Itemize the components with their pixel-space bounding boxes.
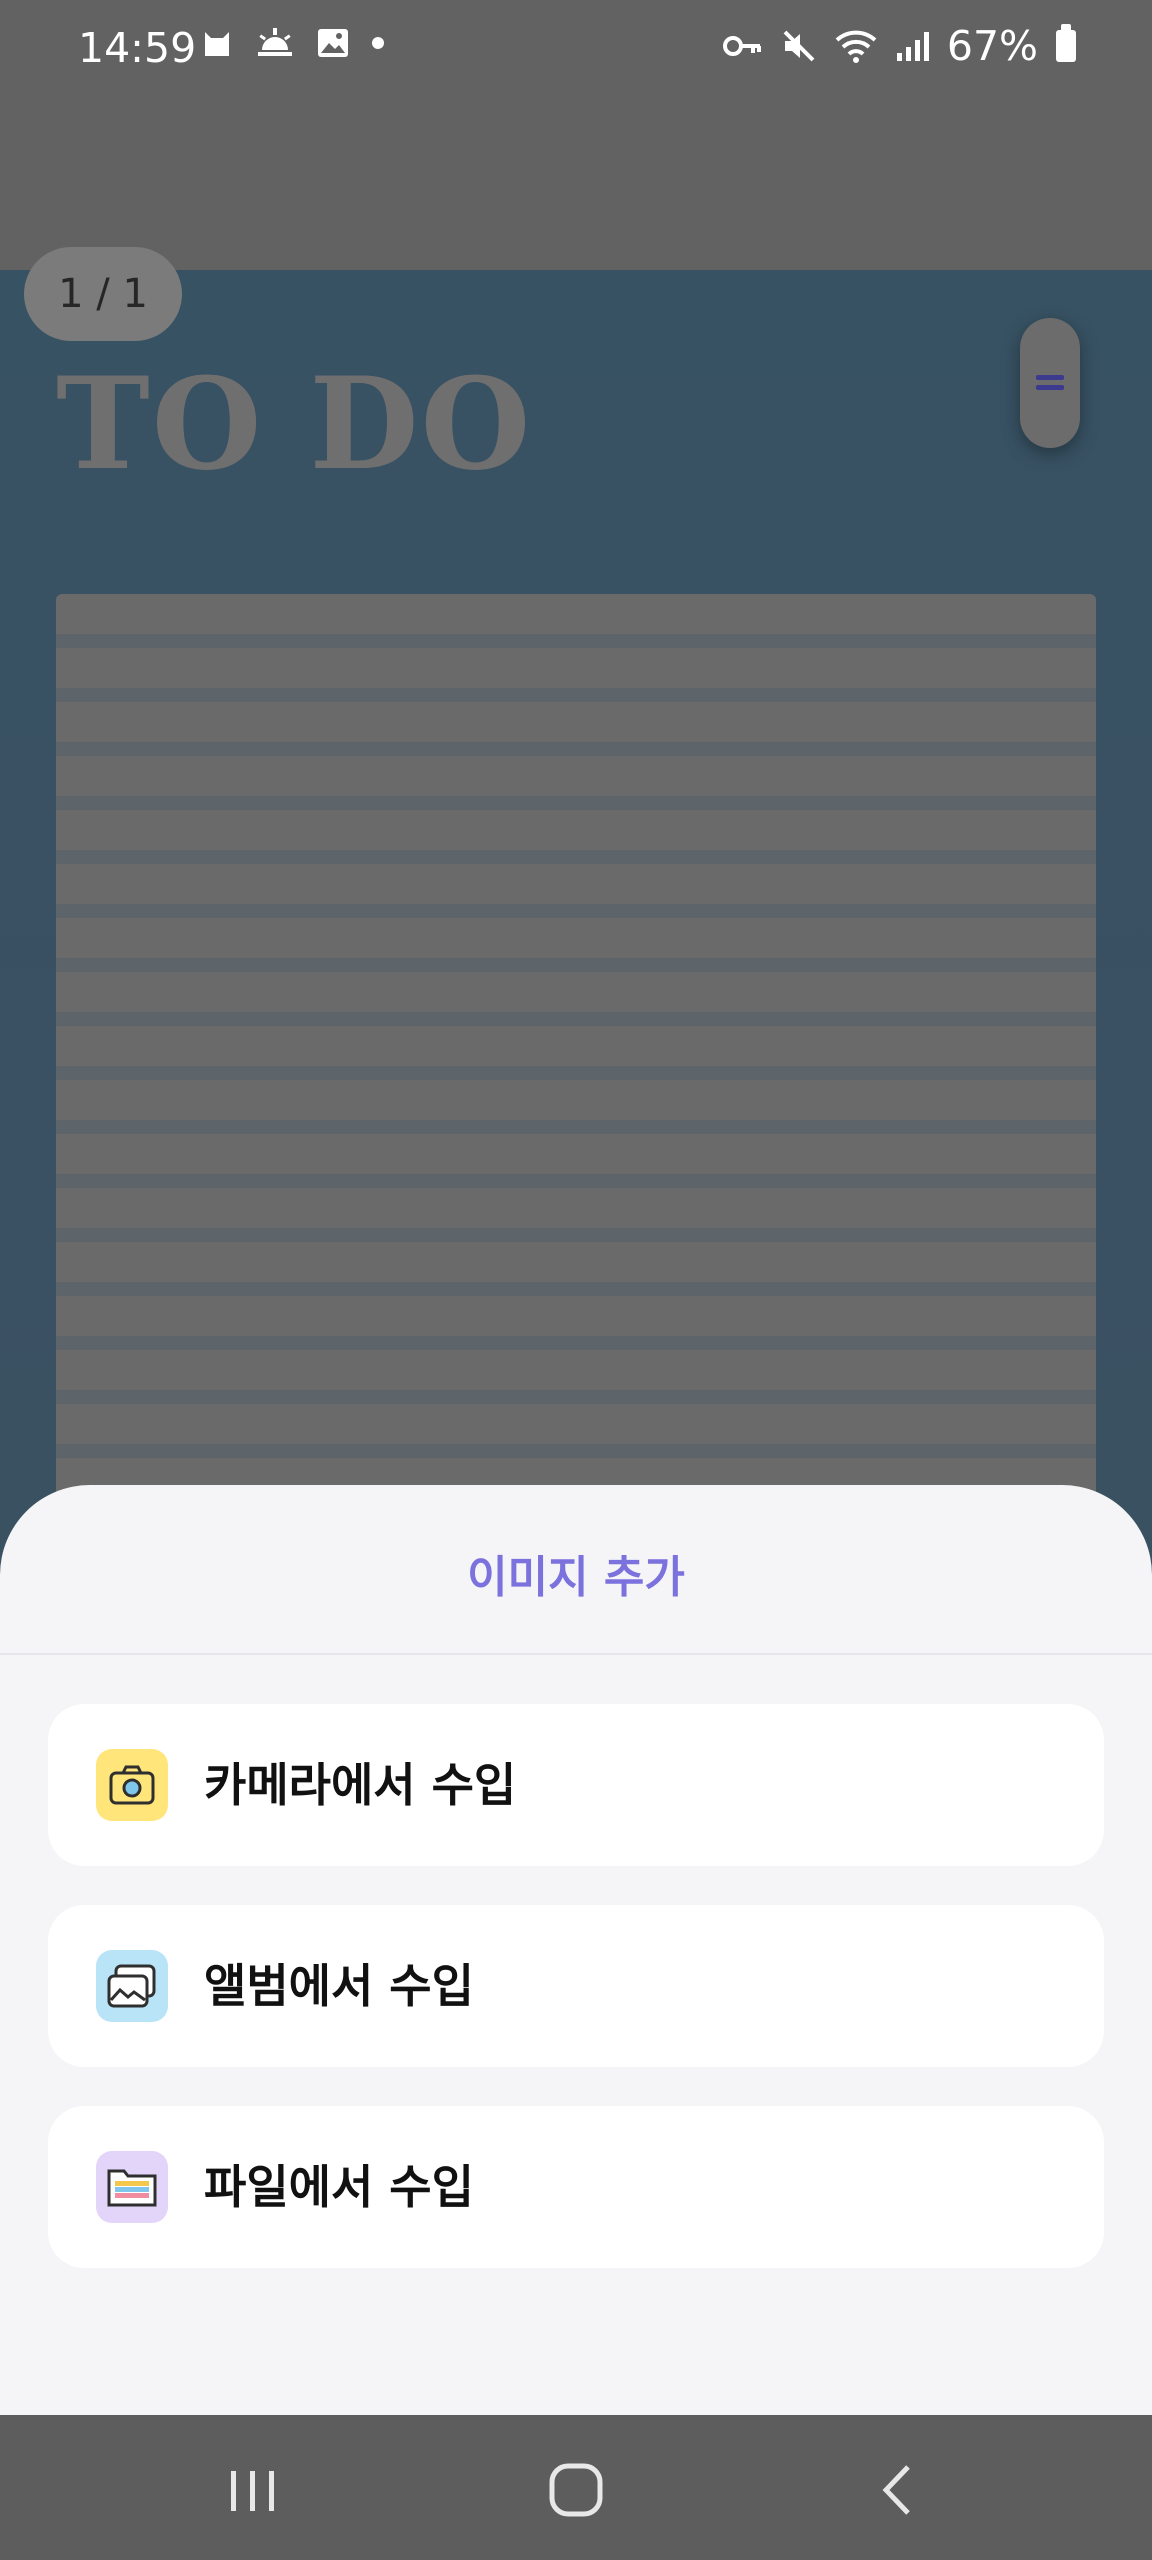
home-button[interactable] bbox=[541, 2455, 611, 2525]
screen: { "status_bar": { "time": "14:59", "batt… bbox=[0, 0, 1152, 2560]
navigation-bar bbox=[0, 2415, 1152, 2560]
notepad-rule-line bbox=[56, 742, 1096, 756]
notification-icons bbox=[200, 26, 384, 60]
sunrise-icon bbox=[258, 28, 292, 56]
battery-icon bbox=[1056, 24, 1076, 62]
add-image-sheet: 이미지 추가 카메라에서 수입 앨범에서 수입 파일에서 수입 bbox=[0, 1485, 1152, 2415]
status-time: 14:59 bbox=[78, 24, 197, 72]
back-button[interactable] bbox=[864, 2455, 934, 2525]
option-label: 앨범에서 수입 bbox=[204, 1959, 474, 2013]
status-bar: 14:59 67% bbox=[0, 0, 1152, 100]
folder-icon bbox=[96, 2151, 168, 2223]
option-label: 파일에서 수입 bbox=[204, 2160, 474, 2214]
key-icon bbox=[722, 36, 761, 56]
option-label: 카메라에서 수입 bbox=[204, 1758, 517, 1812]
notepad-rule-line bbox=[56, 1174, 1096, 1188]
notepad-rule-line bbox=[56, 1336, 1096, 1350]
image-icon bbox=[318, 29, 348, 57]
sheet-title: 이미지 추가 bbox=[467, 1552, 685, 1603]
menu-handle-icon[interactable] bbox=[1020, 318, 1080, 448]
cat-icon bbox=[205, 32, 229, 56]
signal-icon bbox=[896, 32, 929, 61]
notepad-rule-line bbox=[56, 796, 1096, 810]
camera-icon bbox=[96, 1749, 168, 1821]
dot-icon bbox=[372, 37, 384, 49]
mute-icon bbox=[783, 30, 815, 62]
notepad-rule-line bbox=[56, 1012, 1096, 1026]
notepad-rule-line bbox=[56, 1390, 1096, 1404]
notepad-rule-line bbox=[56, 1282, 1096, 1296]
todo-title: TO DO bbox=[56, 350, 533, 498]
import-from-camera-option[interactable]: 카메라에서 수입 bbox=[48, 1704, 1104, 1866]
divider bbox=[0, 1653, 1152, 1655]
wifi-icon bbox=[835, 30, 877, 63]
notepad-rule-line bbox=[56, 958, 1096, 972]
battery-percent: 67% bbox=[946, 22, 1038, 70]
notepad-rule-line bbox=[56, 1228, 1096, 1242]
system-icons: 67% bbox=[722, 22, 1076, 70]
album-icon bbox=[96, 1950, 168, 2022]
notepad-lines bbox=[56, 594, 1096, 1594]
notepad-rule-line bbox=[56, 850, 1096, 864]
notepad-rule-line bbox=[56, 688, 1096, 702]
import-from-file-option[interactable]: 파일에서 수입 bbox=[48, 2106, 1104, 2268]
notepad-rule-line bbox=[56, 1444, 1096, 1458]
recent-apps-button[interactable] bbox=[218, 2455, 288, 2525]
notepad-rule-line bbox=[56, 1120, 1096, 1134]
page-counter[interactable]: 1 / 1 bbox=[24, 247, 182, 341]
notepad-rule-line bbox=[56, 1066, 1096, 1080]
notepad-rule-line bbox=[56, 904, 1096, 918]
notepad-rule-line bbox=[56, 634, 1096, 648]
import-from-album-option[interactable]: 앨범에서 수입 bbox=[48, 1905, 1104, 2067]
